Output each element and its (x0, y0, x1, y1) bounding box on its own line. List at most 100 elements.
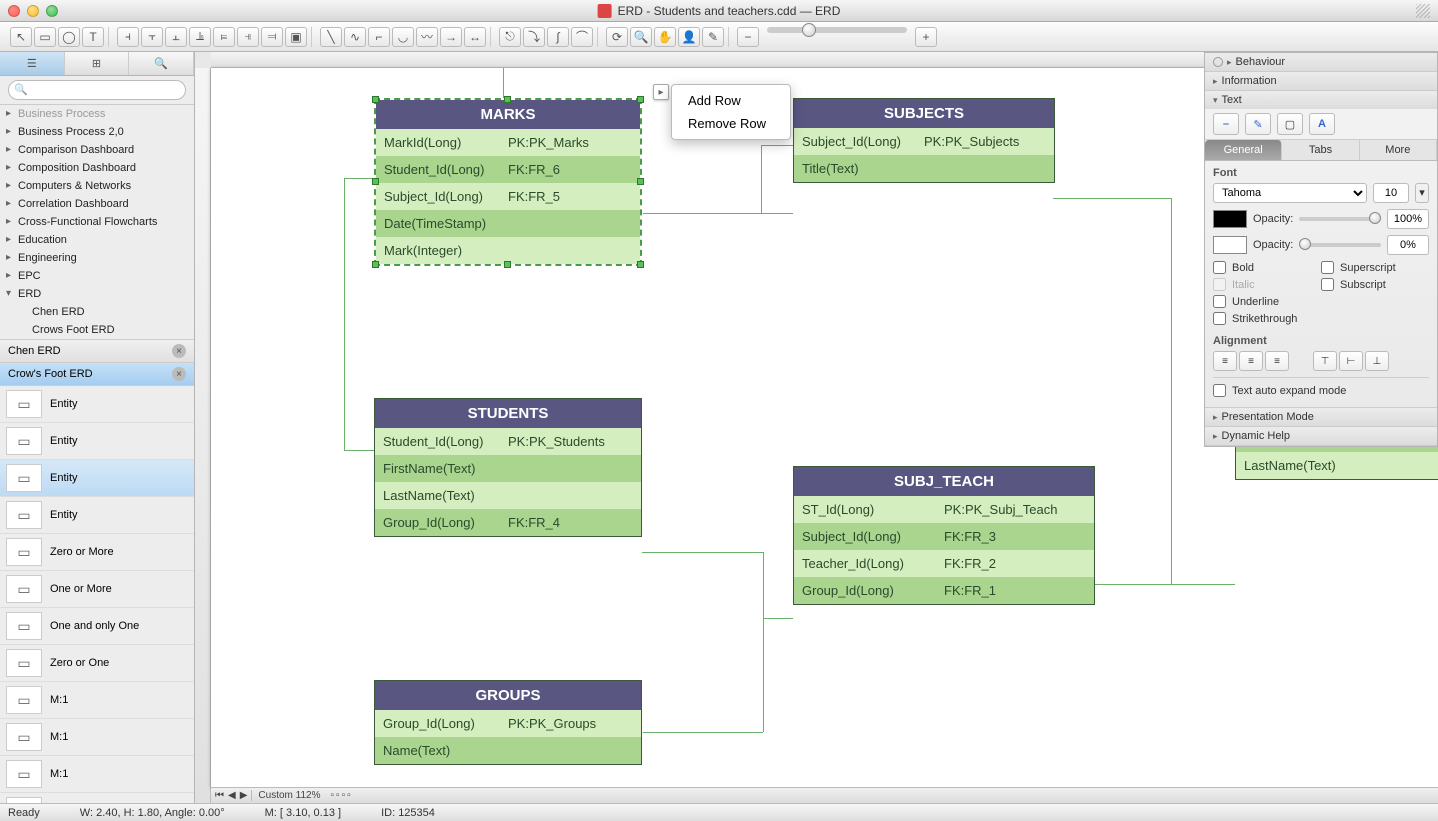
font-size-stepper[interactable]: ▾ (1415, 183, 1429, 203)
shape-list-item[interactable]: ▭One or More (0, 571, 194, 608)
shape-list-item[interactable]: ▭Entity (0, 386, 194, 423)
eyedropper-tool[interactable]: ✎ (702, 27, 724, 47)
italic-checkbox[interactable] (1213, 278, 1226, 291)
bg-opacity-input[interactable] (1387, 235, 1429, 255)
erd-table-row[interactable]: Name(Text) (375, 737, 641, 764)
tree-item[interactable]: Engineering (0, 249, 194, 267)
distribute-tool[interactable]: ⫤ (261, 27, 283, 47)
connector[interactable] (344, 178, 375, 179)
autoexpand-checkbox[interactable] (1213, 384, 1226, 397)
zoom-tool[interactable]: 🔍 (630, 27, 652, 47)
valign-middle-button[interactable]: ⊢ (1339, 351, 1363, 371)
selection-handle[interactable] (637, 261, 644, 268)
page-nav-first-icon[interactable]: ⏮ (215, 790, 224, 801)
connector[interactable] (344, 450, 375, 451)
connector[interactable] (763, 618, 793, 619)
selection-handle[interactable] (504, 261, 511, 268)
bold-checkbox[interactable] (1213, 261, 1226, 274)
refresh-tool[interactable]: ⟳ (606, 27, 628, 47)
connector[interactable] (344, 178, 345, 450)
connector[interactable] (642, 552, 764, 553)
tree-item[interactable]: Computers & Networks (0, 177, 194, 195)
subscript-checkbox[interactable] (1321, 278, 1334, 291)
connector[interactable] (761, 145, 793, 146)
erd-table-row[interactable]: FirstName(Text) (375, 455, 641, 482)
erd-table-row[interactable]: Subject_Id(Long)PK:PK_Subjects (794, 128, 1054, 155)
arc-tool[interactable]: ◡ (392, 27, 414, 47)
underline-checkbox[interactable] (1213, 295, 1226, 308)
shape-list-item[interactable]: ▭M:1 (0, 719, 194, 756)
tree-item[interactable]: Composition Dashboard (0, 159, 194, 177)
erd-table-row[interactable]: Date(TimeStamp) (376, 210, 640, 237)
align-right-tool[interactable]: ⫠ (165, 27, 187, 47)
connector[interactable] (763, 552, 764, 732)
connector[interactable] (643, 213, 793, 214)
selection-handle[interactable] (637, 96, 644, 103)
props-tab-tabs[interactable]: Tabs (1282, 140, 1359, 160)
align-top-tool[interactable]: ⫡ (189, 27, 211, 47)
tree-item[interactable]: EPC (0, 267, 194, 285)
shape-list-item[interactable]: ▭Entity (0, 497, 194, 534)
valign-top-button[interactable]: ⊤ (1313, 351, 1337, 371)
erd-table-row[interactable]: Group_Id(Long)FK:FR_1 (794, 577, 1094, 604)
shape-list-item[interactable]: ▭Zero or One (0, 645, 194, 682)
window-zoom-button[interactable] (46, 5, 58, 17)
text-highlight-tool[interactable]: ✎ (1245, 113, 1271, 135)
context-menu-remove-row[interactable]: Remove Row (672, 112, 790, 135)
window-close-button[interactable] (8, 5, 20, 17)
page-nav-next-icon[interactable]: ▶ (240, 790, 248, 801)
erd-table-row[interactable]: Group_Id(Long)FK:FR_4 (375, 509, 641, 536)
line-tool[interactable]: ╲ (320, 27, 342, 47)
erd-table-row[interactable]: ST_Id(Long)PK:PK_Subj_Teach (794, 496, 1094, 523)
align-left-button[interactable]: ≡ (1213, 351, 1237, 371)
pointer-tool[interactable]: ↖ (10, 27, 32, 47)
zoom-in-button[interactable]: + (915, 27, 937, 47)
double-arrow-tool[interactable]: ↔ (464, 27, 486, 47)
erd-table-row[interactable]: Subject_Id(Long)FK:FR_5 (376, 183, 640, 210)
text-opacity-slider[interactable] (1299, 217, 1381, 221)
selection-handle[interactable] (637, 178, 644, 185)
shape-list-item[interactable]: ▭One and only One (0, 608, 194, 645)
resize-corner-icon[interactable] (1416, 4, 1430, 18)
selection-handle[interactable] (372, 261, 379, 268)
sidebar-tab-tree[interactable]: ☰ (0, 52, 65, 75)
align-right-button[interactable]: ≡ (1265, 351, 1289, 371)
valign-bottom-button[interactable]: ⊥ (1365, 351, 1389, 371)
round-connector-tool[interactable]: ⤵ (523, 27, 545, 47)
connector[interactable] (1095, 584, 1235, 585)
sidebar-tab-search[interactable]: 🔍 (129, 52, 194, 75)
props-section-behaviour[interactable]: ▸Behaviour (1205, 53, 1437, 71)
shape-list-item[interactable]: ▭M:1 (0, 793, 194, 803)
align-center-h-tool[interactable]: ⫟ (141, 27, 163, 47)
tree-item[interactable]: Cross-Functional Flowcharts (0, 213, 194, 231)
connector[interactable] (1053, 198, 1171, 199)
props-section-presentation[interactable]: ▸Presentation Mode (1205, 408, 1437, 426)
props-tab-more[interactable]: More (1360, 140, 1437, 160)
shape-list-item[interactable]: ▭Entity (0, 460, 194, 497)
zoom-level-label[interactable]: Custom 112% (251, 790, 320, 801)
connector[interactable] (1171, 468, 1172, 584)
bg-opacity-slider[interactable] (1299, 243, 1381, 247)
connector[interactable] (1171, 198, 1172, 468)
align-center-button[interactable]: ≡ (1239, 351, 1263, 371)
text-underline-color-tool[interactable]: ⎯ (1213, 113, 1239, 135)
erd-table-row[interactable]: LastName(Text) (375, 482, 641, 509)
ellipse-tool[interactable]: ◯ (58, 27, 80, 47)
spline-tool[interactable]: 〰 (416, 27, 438, 47)
erd-table-row[interactable]: Teacher_Id(Long)FK:FR_2 (794, 550, 1094, 577)
props-section-text[interactable]: ▾Text (1205, 91, 1437, 109)
erd-table-row[interactable]: Mark(Integer) (376, 237, 640, 264)
erd-table-row[interactable]: MarkId(Long)PK:PK_Marks (376, 129, 640, 156)
curve-tool[interactable]: ∿ (344, 27, 366, 47)
props-section-help[interactable]: ▸Dynamic Help (1205, 427, 1437, 445)
tree-item[interactable]: Comparison Dashboard (0, 141, 194, 159)
tree-item-child[interactable]: Crows Foot ERD (0, 321, 194, 339)
align-bottom-tool[interactable]: ⫣ (237, 27, 259, 47)
group-tool[interactable]: ▣ (285, 27, 307, 47)
smart-tag-button[interactable]: ▸ (653, 84, 669, 100)
page-nav-prev-icon[interactable]: ◀ (228, 790, 236, 801)
library-search-input[interactable] (8, 80, 186, 100)
font-size-input[interactable] (1373, 183, 1409, 203)
font-family-select[interactable]: Tahoma (1213, 183, 1367, 203)
tree-item[interactable]: Education (0, 231, 194, 249)
